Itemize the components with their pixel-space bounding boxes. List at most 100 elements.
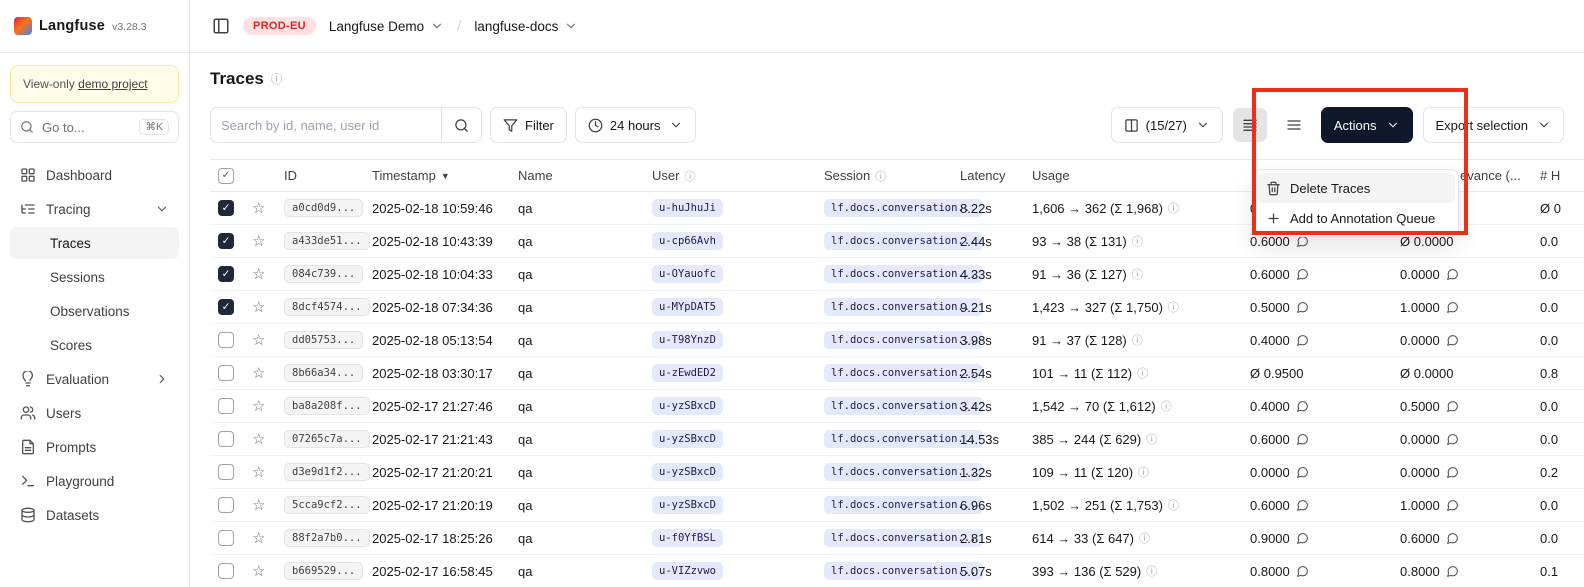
- row-checkbox[interactable]: [218, 398, 234, 414]
- star-icon[interactable]: ☆: [252, 333, 265, 348]
- user-badge[interactable]: u-MYpDAT5: [652, 298, 723, 317]
- score2-comment-icon[interactable]: [1446, 433, 1459, 446]
- select-all-checkbox[interactable]: [218, 168, 234, 184]
- table-row[interactable]: ☆ d3e9d1f2... 2025-02-17 21:20:21 qa u-y…: [210, 456, 1584, 489]
- demo-project-link[interactable]: demo project: [78, 77, 147, 91]
- user-badge[interactable]: u-cp66Avh: [652, 232, 723, 251]
- row-checkbox[interactable]: [218, 431, 234, 447]
- star-icon[interactable]: ☆: [252, 531, 265, 546]
- star-icon[interactable]: ☆: [252, 564, 265, 579]
- table-row[interactable]: ☆ 8dcf4574... 2025-02-18 07:34:36 qa u-M…: [210, 291, 1584, 324]
- sidebar-item-observations[interactable]: Observations: [10, 295, 179, 327]
- trace-id-badge[interactable]: d3e9d1f2...: [284, 463, 370, 482]
- star-icon[interactable]: ☆: [252, 366, 265, 381]
- table-row[interactable]: ☆ b669529... 2025-02-17 16:58:45 qa u-VI…: [210, 555, 1584, 587]
- user-badge[interactable]: u-yzSBxcD: [652, 463, 723, 482]
- sidebar-item-playground[interactable]: Playground: [10, 465, 179, 497]
- star-icon[interactable]: ☆: [252, 201, 265, 216]
- sidebar-toggle-button[interactable]: [212, 17, 230, 35]
- sidebar-item-dashboard[interactable]: Dashboard: [10, 159, 179, 191]
- sidebar-item-traces[interactable]: Traces: [10, 227, 179, 259]
- trace-id-badge[interactable]: dd05753...: [284, 331, 363, 350]
- sidebar-item-sessions[interactable]: Sessions: [10, 261, 179, 293]
- search-button[interactable]: [442, 107, 482, 143]
- score2-comment-icon[interactable]: [1446, 268, 1459, 281]
- score1-comment-icon[interactable]: [1296, 532, 1309, 545]
- score2-comment-icon[interactable]: [1446, 400, 1459, 413]
- trace-id-badge[interactable]: a433de51...: [284, 232, 370, 251]
- goto-search[interactable]: Go to... ⌘K: [10, 111, 179, 143]
- row-checkbox[interactable]: [218, 365, 234, 381]
- star-icon[interactable]: ☆: [252, 432, 265, 447]
- score2-comment-icon[interactable]: [1446, 532, 1459, 545]
- table-row[interactable]: ☆ 88f2a7b0... 2025-02-17 18:25:26 qa u-f…: [210, 522, 1584, 555]
- score1-comment-icon[interactable]: [1296, 301, 1309, 314]
- score1-comment-icon[interactable]: [1296, 334, 1309, 347]
- score1-comment-icon[interactable]: [1296, 499, 1309, 512]
- table-row[interactable]: ☆ dd05753... 2025-02-18 05:13:54 qa u-T9…: [210, 324, 1584, 357]
- menu-item-delete-traces[interactable]: Delete Traces: [1257, 173, 1455, 203]
- user-badge[interactable]: u-huJhuJi: [652, 199, 723, 218]
- row-checkbox[interactable]: [218, 299, 234, 315]
- col-header-timestamp[interactable]: Timestamp ▼: [368, 168, 514, 183]
- row-checkbox[interactable]: [218, 266, 234, 282]
- row-checkbox[interactable]: [218, 332, 234, 348]
- row-checkbox[interactable]: [218, 464, 234, 480]
- row-height-small-button[interactable]: [1233, 108, 1267, 142]
- table-row[interactable]: ☆ ba8a208f... 2025-02-17 21:27:46 qa u-y…: [210, 390, 1584, 423]
- row-checkbox[interactable]: [218, 233, 234, 249]
- org-switcher[interactable]: Langfuse Demo: [329, 19, 444, 34]
- score2-comment-icon[interactable]: [1446, 565, 1459, 578]
- star-icon[interactable]: ☆: [252, 300, 265, 315]
- table-row[interactable]: ☆ 5cca9cf2... 2025-02-17 21:20:19 qa u-y…: [210, 489, 1584, 522]
- score1-comment-icon[interactable]: [1296, 466, 1309, 479]
- row-height-medium-button[interactable]: [1277, 108, 1311, 142]
- user-badge[interactable]: u-yzSBxcD: [652, 496, 723, 515]
- score2-comment-icon[interactable]: [1446, 301, 1459, 314]
- sidebar-item-tracing[interactable]: Tracing: [10, 193, 179, 225]
- star-icon[interactable]: ☆: [252, 399, 265, 414]
- row-checkbox[interactable]: [218, 497, 234, 513]
- user-badge[interactable]: u-f0YfBSL: [652, 529, 723, 548]
- row-checkbox[interactable]: [218, 530, 234, 546]
- score2-comment-icon[interactable]: [1446, 499, 1459, 512]
- sidebar-item-evaluation[interactable]: Evaluation: [10, 363, 179, 395]
- table-row[interactable]: ☆ 084c739... 2025-02-18 10:04:33 qa u-OY…: [210, 258, 1584, 291]
- time-range-button[interactable]: 24 hours: [575, 107, 697, 143]
- trace-id-badge[interactable]: a0cd0d9...: [284, 199, 363, 218]
- export-selection-button[interactable]: Export selection: [1423, 107, 1565, 143]
- score1-comment-icon[interactable]: [1296, 400, 1309, 413]
- sidebar-item-prompts[interactable]: Prompts: [10, 431, 179, 463]
- trace-id-badge[interactable]: 8b66a34...: [284, 364, 363, 383]
- star-icon[interactable]: ☆: [252, 465, 265, 480]
- search-input[interactable]: [210, 107, 442, 143]
- score1-comment-icon[interactable]: [1296, 268, 1309, 281]
- sidebar-item-datasets[interactable]: Datasets: [10, 499, 179, 531]
- sidebar-item-users[interactable]: Users: [10, 397, 179, 429]
- trace-id-badge[interactable]: 5cca9cf2...: [284, 496, 370, 515]
- actions-button[interactable]: Actions: [1321, 107, 1413, 143]
- star-icon[interactable]: ☆: [252, 498, 265, 513]
- filter-button[interactable]: Filter: [490, 107, 567, 143]
- sidebar-item-scores[interactable]: Scores: [10, 329, 179, 361]
- star-icon[interactable]: ☆: [252, 267, 265, 282]
- score2-comment-icon[interactable]: [1446, 334, 1459, 347]
- user-badge[interactable]: u-OYauofc: [652, 265, 723, 284]
- trace-id-badge[interactable]: b669529...: [284, 562, 363, 581]
- row-checkbox[interactable]: [218, 563, 234, 579]
- trace-id-badge[interactable]: 8dcf4574...: [284, 298, 370, 317]
- trace-id-badge[interactable]: 07265c7a...: [284, 430, 370, 449]
- table-row[interactable]: ☆ 07265c7a... 2025-02-17 21:21:43 qa u-y…: [210, 423, 1584, 456]
- user-badge[interactable]: u-VIZzvwo: [652, 562, 723, 581]
- menu-item-add-to-annotation-queue[interactable]: Add to Annotation Queue: [1257, 203, 1455, 233]
- user-badge[interactable]: u-yzSBxcD: [652, 397, 723, 416]
- user-badge[interactable]: u-yzSBxcD: [652, 430, 723, 449]
- score1-comment-icon[interactable]: [1296, 565, 1309, 578]
- trace-id-badge[interactable]: ba8a208f...: [284, 397, 370, 416]
- row-checkbox[interactable]: [218, 200, 234, 216]
- project-switcher[interactable]: langfuse-docs: [474, 19, 578, 34]
- user-badge[interactable]: u-zEwdED2: [652, 364, 723, 383]
- score1-comment-icon[interactable]: [1296, 433, 1309, 446]
- user-badge[interactable]: u-T98YnzD: [652, 331, 723, 350]
- score2-comment-icon[interactable]: [1446, 466, 1459, 479]
